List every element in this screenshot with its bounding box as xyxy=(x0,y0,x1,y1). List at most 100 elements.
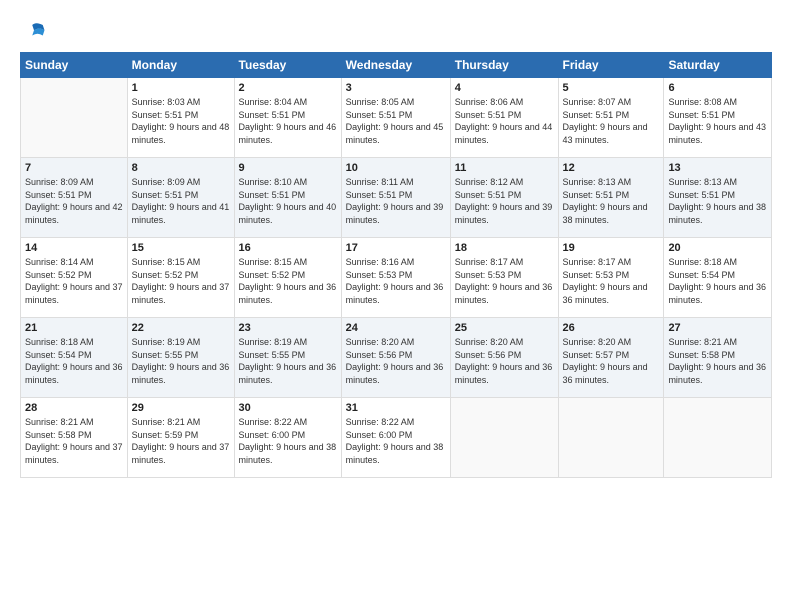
calendar-cell: 25 Sunrise: 8:20 AM Sunset: 5:56 PM Dayl… xyxy=(450,318,558,398)
day-number: 13 xyxy=(668,162,767,174)
day-number: 15 xyxy=(132,242,230,254)
day-number: 14 xyxy=(25,242,123,254)
day-info: Sunrise: 8:07 AM Sunset: 5:51 PM Dayligh… xyxy=(563,96,660,146)
calendar-cell: 21 Sunrise: 8:18 AM Sunset: 5:54 PM Dayl… xyxy=(21,318,128,398)
day-number: 30 xyxy=(239,402,337,414)
day-header-saturday: Saturday xyxy=(664,53,772,78)
day-number: 25 xyxy=(455,322,554,334)
calendar-table: SundayMondayTuesdayWednesdayThursdayFrid… xyxy=(20,52,772,478)
calendar-cell: 3 Sunrise: 8:05 AM Sunset: 5:51 PM Dayli… xyxy=(341,78,450,158)
day-info: Sunrise: 8:22 AM Sunset: 6:00 PM Dayligh… xyxy=(346,416,446,466)
day-number: 28 xyxy=(25,402,123,414)
day-header-sunday: Sunday xyxy=(21,53,128,78)
calendar-cell: 2 Sunrise: 8:04 AM Sunset: 5:51 PM Dayli… xyxy=(234,78,341,158)
calendar-cell: 8 Sunrise: 8:09 AM Sunset: 5:51 PM Dayli… xyxy=(127,158,234,238)
day-header-wednesday: Wednesday xyxy=(341,53,450,78)
calendar-cell xyxy=(21,78,128,158)
calendar-cell: 16 Sunrise: 8:15 AM Sunset: 5:52 PM Dayl… xyxy=(234,238,341,318)
day-info: Sunrise: 8:16 AM Sunset: 5:53 PM Dayligh… xyxy=(346,256,446,306)
calendar-cell: 13 Sunrise: 8:13 AM Sunset: 5:51 PM Dayl… xyxy=(664,158,772,238)
calendar-cell: 12 Sunrise: 8:13 AM Sunset: 5:51 PM Dayl… xyxy=(558,158,664,238)
day-number: 6 xyxy=(668,82,767,94)
day-info: Sunrise: 8:15 AM Sunset: 5:52 PM Dayligh… xyxy=(132,256,230,306)
day-number: 31 xyxy=(346,402,446,414)
calendar-cell: 19 Sunrise: 8:17 AM Sunset: 5:53 PM Dayl… xyxy=(558,238,664,318)
day-header-thursday: Thursday xyxy=(450,53,558,78)
calendar-cell: 10 Sunrise: 8:11 AM Sunset: 5:51 PM Dayl… xyxy=(341,158,450,238)
calendar-cell: 15 Sunrise: 8:15 AM Sunset: 5:52 PM Dayl… xyxy=(127,238,234,318)
day-number: 11 xyxy=(455,162,554,174)
day-info: Sunrise: 8:09 AM Sunset: 5:51 PM Dayligh… xyxy=(25,176,123,226)
logo-icon xyxy=(20,18,48,46)
calendar-cell: 14 Sunrise: 8:14 AM Sunset: 5:52 PM Dayl… xyxy=(21,238,128,318)
day-info: Sunrise: 8:13 AM Sunset: 5:51 PM Dayligh… xyxy=(563,176,660,226)
day-info: Sunrise: 8:18 AM Sunset: 5:54 PM Dayligh… xyxy=(25,336,123,386)
week-row-1: 1 Sunrise: 8:03 AM Sunset: 5:51 PM Dayli… xyxy=(21,78,772,158)
calendar-cell: 29 Sunrise: 8:21 AM Sunset: 5:59 PM Dayl… xyxy=(127,398,234,478)
day-number: 26 xyxy=(563,322,660,334)
day-info: Sunrise: 8:12 AM Sunset: 5:51 PM Dayligh… xyxy=(455,176,554,226)
day-info: Sunrise: 8:18 AM Sunset: 5:54 PM Dayligh… xyxy=(668,256,767,306)
day-info: Sunrise: 8:21 AM Sunset: 5:59 PM Dayligh… xyxy=(132,416,230,466)
calendar-header: SundayMondayTuesdayWednesdayThursdayFrid… xyxy=(21,53,772,78)
day-info: Sunrise: 8:20 AM Sunset: 5:56 PM Dayligh… xyxy=(455,336,554,386)
day-number: 12 xyxy=(563,162,660,174)
calendar-cell: 1 Sunrise: 8:03 AM Sunset: 5:51 PM Dayli… xyxy=(127,78,234,158)
day-number: 9 xyxy=(239,162,337,174)
day-info: Sunrise: 8:10 AM Sunset: 5:51 PM Dayligh… xyxy=(239,176,337,226)
day-number: 29 xyxy=(132,402,230,414)
day-info: Sunrise: 8:20 AM Sunset: 5:57 PM Dayligh… xyxy=(563,336,660,386)
day-info: Sunrise: 8:13 AM Sunset: 5:51 PM Dayligh… xyxy=(668,176,767,226)
day-number: 4 xyxy=(455,82,554,94)
calendar-cell: 4 Sunrise: 8:06 AM Sunset: 5:51 PM Dayli… xyxy=(450,78,558,158)
day-info: Sunrise: 8:21 AM Sunset: 5:58 PM Dayligh… xyxy=(25,416,123,466)
calendar-cell: 26 Sunrise: 8:20 AM Sunset: 5:57 PM Dayl… xyxy=(558,318,664,398)
calendar-cell: 20 Sunrise: 8:18 AM Sunset: 5:54 PM Dayl… xyxy=(664,238,772,318)
day-number: 21 xyxy=(25,322,123,334)
calendar-cell: 9 Sunrise: 8:10 AM Sunset: 5:51 PM Dayli… xyxy=(234,158,341,238)
day-header-friday: Friday xyxy=(558,53,664,78)
header xyxy=(20,18,772,46)
day-number: 8 xyxy=(132,162,230,174)
day-info: Sunrise: 8:04 AM Sunset: 5:51 PM Dayligh… xyxy=(239,96,337,146)
calendar-body: 1 Sunrise: 8:03 AM Sunset: 5:51 PM Dayli… xyxy=(21,78,772,478)
calendar-cell: 30 Sunrise: 8:22 AM Sunset: 6:00 PM Dayl… xyxy=(234,398,341,478)
day-number: 23 xyxy=(239,322,337,334)
day-number: 1 xyxy=(132,82,230,94)
day-info: Sunrise: 8:20 AM Sunset: 5:56 PM Dayligh… xyxy=(346,336,446,386)
day-info: Sunrise: 8:14 AM Sunset: 5:52 PM Dayligh… xyxy=(25,256,123,306)
week-row-2: 7 Sunrise: 8:09 AM Sunset: 5:51 PM Dayli… xyxy=(21,158,772,238)
day-number: 24 xyxy=(346,322,446,334)
day-info: Sunrise: 8:21 AM Sunset: 5:58 PM Dayligh… xyxy=(668,336,767,386)
calendar-cell: 6 Sunrise: 8:08 AM Sunset: 5:51 PM Dayli… xyxy=(664,78,772,158)
calendar-cell: 22 Sunrise: 8:19 AM Sunset: 5:55 PM Dayl… xyxy=(127,318,234,398)
day-number: 17 xyxy=(346,242,446,254)
day-header-monday: Monday xyxy=(127,53,234,78)
calendar-cell xyxy=(664,398,772,478)
day-info: Sunrise: 8:15 AM Sunset: 5:52 PM Dayligh… xyxy=(239,256,337,306)
calendar-cell xyxy=(558,398,664,478)
week-row-5: 28 Sunrise: 8:21 AM Sunset: 5:58 PM Dayl… xyxy=(21,398,772,478)
header-row: SundayMondayTuesdayWednesdayThursdayFrid… xyxy=(21,53,772,78)
day-info: Sunrise: 8:22 AM Sunset: 6:00 PM Dayligh… xyxy=(239,416,337,466)
calendar-cell: 27 Sunrise: 8:21 AM Sunset: 5:58 PM Dayl… xyxy=(664,318,772,398)
day-info: Sunrise: 8:05 AM Sunset: 5:51 PM Dayligh… xyxy=(346,96,446,146)
day-number: 10 xyxy=(346,162,446,174)
day-number: 20 xyxy=(668,242,767,254)
day-number: 27 xyxy=(668,322,767,334)
day-info: Sunrise: 8:09 AM Sunset: 5:51 PM Dayligh… xyxy=(132,176,230,226)
day-number: 7 xyxy=(25,162,123,174)
calendar-cell: 24 Sunrise: 8:20 AM Sunset: 5:56 PM Dayl… xyxy=(341,318,450,398)
day-info: Sunrise: 8:08 AM Sunset: 5:51 PM Dayligh… xyxy=(668,96,767,146)
day-number: 19 xyxy=(563,242,660,254)
day-number: 18 xyxy=(455,242,554,254)
day-header-tuesday: Tuesday xyxy=(234,53,341,78)
day-info: Sunrise: 8:11 AM Sunset: 5:51 PM Dayligh… xyxy=(346,176,446,226)
day-info: Sunrise: 8:03 AM Sunset: 5:51 PM Dayligh… xyxy=(132,96,230,146)
day-info: Sunrise: 8:19 AM Sunset: 5:55 PM Dayligh… xyxy=(239,336,337,386)
calendar-cell: 17 Sunrise: 8:16 AM Sunset: 5:53 PM Dayl… xyxy=(341,238,450,318)
calendar-cell: 31 Sunrise: 8:22 AM Sunset: 6:00 PM Dayl… xyxy=(341,398,450,478)
logo xyxy=(20,18,52,46)
calendar-cell: 28 Sunrise: 8:21 AM Sunset: 5:58 PM Dayl… xyxy=(21,398,128,478)
day-number: 3 xyxy=(346,82,446,94)
